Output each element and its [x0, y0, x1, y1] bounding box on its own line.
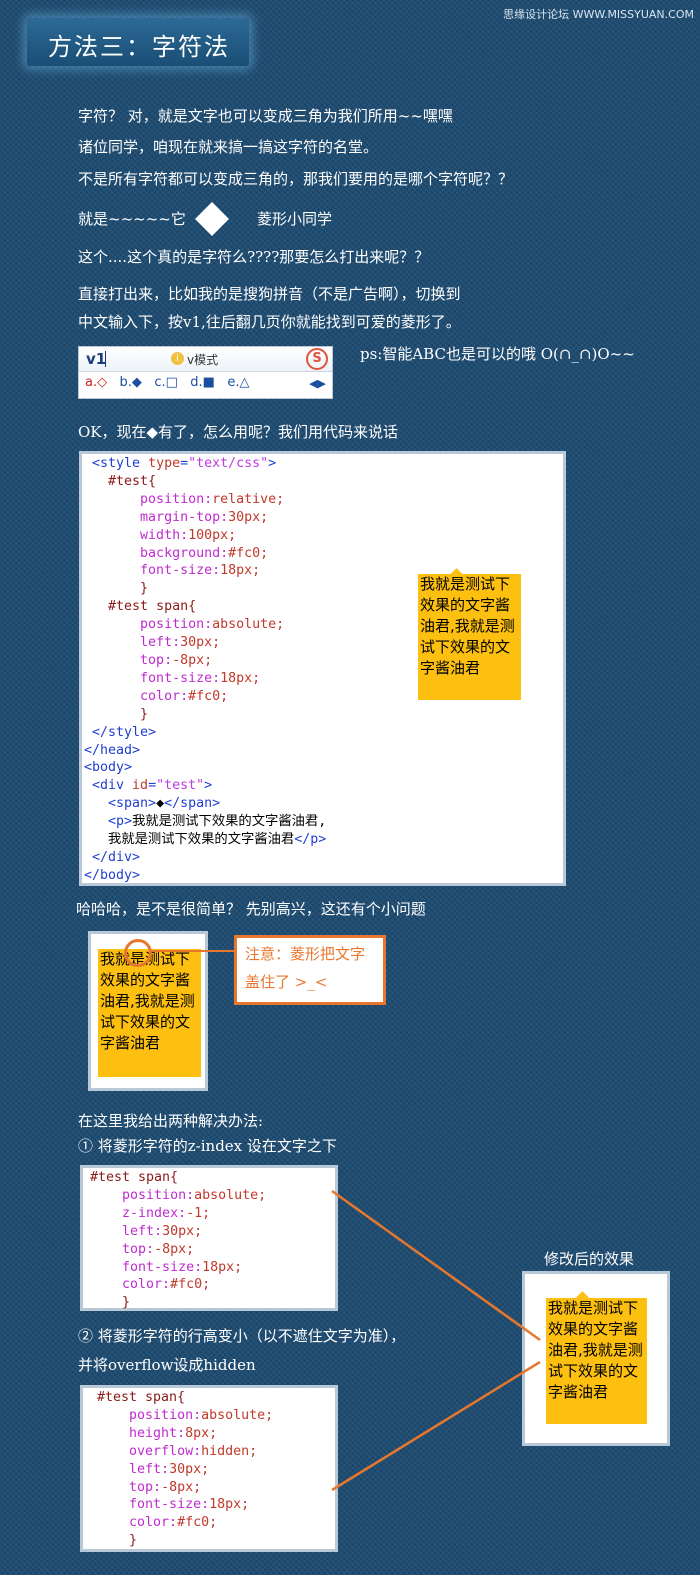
connector-line-2 — [331, 1360, 541, 1492]
connector-line-1 — [331, 1189, 541, 1342]
connector-lines — [331, 1189, 541, 1492]
